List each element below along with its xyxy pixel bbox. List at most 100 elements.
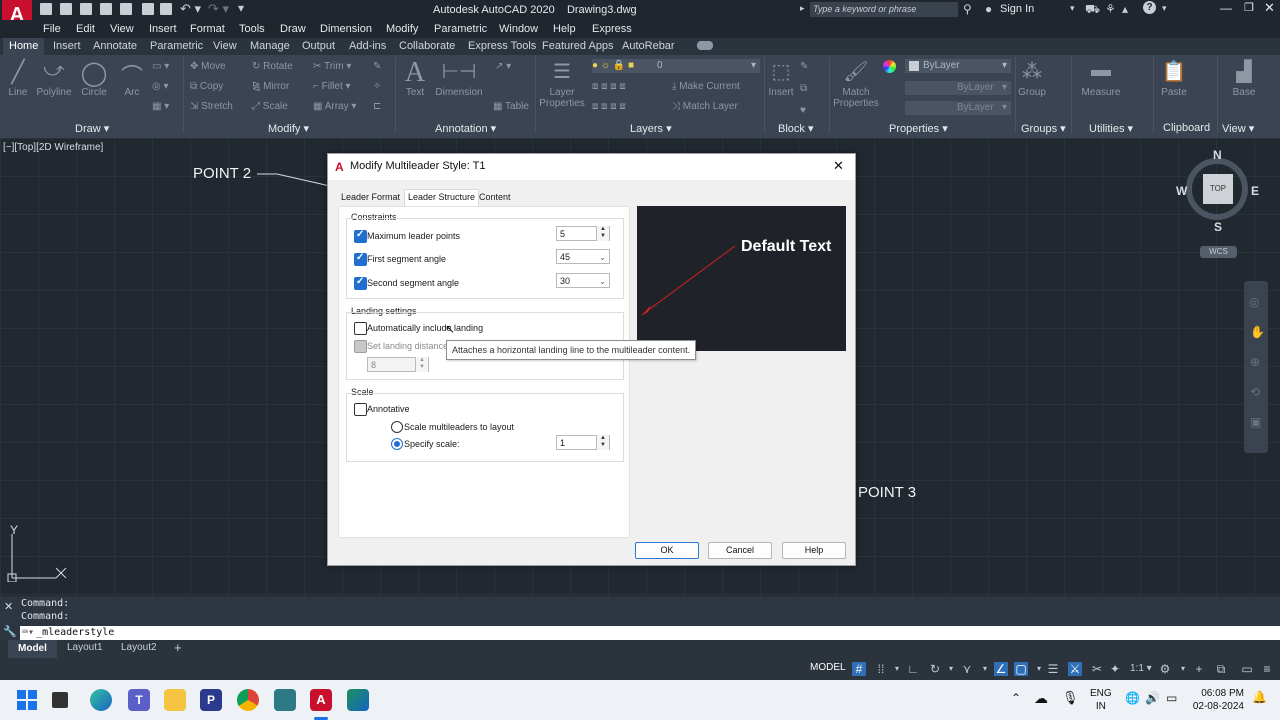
cart-icon[interactable]: ⛟ [1085, 2, 1100, 18]
tab-layout2[interactable]: Layout2 [121, 642, 157, 653]
specify-scale-radio[interactable] [391, 438, 403, 450]
wcs-menu[interactable]: WCS [1200, 246, 1237, 258]
block-panel-label[interactable]: Block ▾ [778, 122, 813, 135]
max-leader-points-field[interactable]: 5 ▲ ▼ [556, 226, 610, 241]
trim-tool[interactable]: ✂ Trim ▾ [313, 61, 351, 72]
object-snap-tracking-icon[interactable]: ∠ [994, 662, 1008, 676]
compass-n[interactable]: N [1213, 148, 1222, 162]
plot-icon[interactable] [120, 3, 132, 15]
open-icon[interactable] [60, 3, 72, 15]
units-icon[interactable]: ⧉ [1214, 662, 1228, 676]
copy-tool[interactable]: ⧉ Copy [190, 81, 223, 92]
cancel-button[interactable]: Cancel [708, 542, 772, 559]
stretch-tool[interactable]: ⇲ Stretch [190, 101, 233, 112]
account-dropdown-icon[interactable]: ▾ [1070, 3, 1075, 14]
table-tool[interactable]: ▦ Table [493, 101, 529, 112]
grid-icon[interactable]: # [852, 662, 866, 676]
chrome-icon[interactable] [237, 689, 259, 711]
chevron-down-icon[interactable]: ▾ [944, 662, 958, 676]
compass-s[interactable]: S [1214, 220, 1222, 234]
annotation-visibility-icon[interactable]: ⚔ [1068, 662, 1082, 676]
auto-scale-icon[interactable]: ✦ [1108, 662, 1122, 676]
chevron-down-icon[interactable]: ▾ [1032, 662, 1046, 676]
tab-leader-format[interactable]: Leader Format [341, 192, 400, 202]
view-panel-label[interactable]: View ▾ [1222, 122, 1254, 135]
annotation-scale[interactable]: 1:1 ▾ [1130, 663, 1152, 674]
save-icon[interactable] [80, 3, 92, 15]
undo-icon[interactable]: ↶ ▾ [180, 1, 201, 17]
customization-icon[interactable]: ≡ [1260, 662, 1274, 676]
model-space-button[interactable]: MODEL [810, 662, 846, 673]
explode-icon[interactable]: ✧ [373, 81, 381, 92]
workspace-icon[interactable]: ▾ [238, 1, 244, 15]
tab-content[interactable]: Content [479, 192, 511, 202]
redo-icon[interactable]: ↷ ▾ [208, 1, 229, 17]
steeringwheel-icon[interactable]: ◎ [1249, 295, 1259, 309]
tab-layout1[interactable]: Layout1 [67, 642, 103, 653]
linetype-dropdown[interactable]: ByLayer ▾ [905, 81, 1011, 95]
tab-parametric[interactable]: Parametric [150, 40, 203, 52]
dialog-title-bar[interactable]: A Modify Multileader Style: T1 ✕ [328, 154, 855, 180]
isodraft-icon[interactable]: ⋎ [960, 662, 974, 676]
menu-express[interactable]: Express [592, 23, 632, 35]
network-icon[interactable]: ▴ [1122, 2, 1128, 16]
command-input[interactable]: ⌨▾ _mleaderstyle [20, 626, 1280, 640]
lineweight-dropdown[interactable]: ByLayer ▾ [905, 101, 1011, 115]
dialog-close-icon[interactable]: ✕ [833, 158, 844, 174]
rotate-tool[interactable]: ↻ Rotate [252, 61, 293, 72]
workspace-gear-icon[interactable]: ⚙ [1158, 662, 1172, 676]
annotation-monitor-icon[interactable]: + [1192, 662, 1206, 676]
microphone-icon[interactable]: 🎙 [1062, 690, 1079, 706]
tab-featured-apps[interactable]: Featured Apps [542, 40, 614, 52]
hatch-icon[interactable]: ◎ ▾ [152, 81, 169, 92]
properties-panel-label[interactable]: Properties ▾ [889, 122, 948, 135]
menu-format[interactable]: Format [190, 23, 225, 35]
annotation-scale-icon[interactable]: ✂ [1090, 662, 1104, 676]
tab-model[interactable]: Model [8, 640, 57, 658]
pan-icon[interactable]: ✋ [1250, 325, 1265, 339]
group-tool[interactable]: ⁂ Group [1017, 59, 1047, 98]
menu-modify[interactable]: Modify [386, 23, 418, 35]
volume-icon[interactable]: 🔊 [1145, 691, 1160, 705]
annotation-panel-label[interactable]: Annotation ▾ [435, 122, 496, 135]
edge-icon[interactable] [90, 689, 112, 711]
add-layout-icon[interactable]: + [174, 640, 182, 655]
exchange-icon[interactable]: ⚘ [1105, 2, 1116, 16]
viewcube[interactable]: TOP N S E W [1176, 148, 1259, 234]
first-segment-angle-select[interactable]: 45 ⌄ [556, 249, 610, 264]
ok-button[interactable]: OK [635, 542, 699, 559]
second-segment-angle-checkbox[interactable] [354, 276, 367, 290]
annotative-checkbox[interactable] [354, 403, 367, 416]
ribbon-toggle-icon[interactable] [697, 41, 713, 50]
match-properties-tool[interactable]: 🖌 Match Properties [832, 59, 880, 109]
menu-insert[interactable]: Insert [149, 23, 177, 35]
tab-view[interactable]: View [213, 40, 237, 52]
second-segment-angle-select[interactable]: 30 ⌄ [556, 273, 610, 288]
powerpoint-icon[interactable]: P [200, 689, 222, 711]
array-tool[interactable]: ▦ Array ▾ [313, 101, 356, 112]
help-button[interactable]: Help [782, 542, 846, 559]
block-tools-icon[interactable]: ✎ ⧉ ♥ [800, 61, 808, 116]
utilities-panel-label[interactable]: Utilities ▾ [1089, 122, 1133, 135]
onedrive-icon[interactable]: ☁ [1034, 690, 1048, 707]
snap-icon[interactable]: ⁞⁞ [874, 662, 888, 676]
menu-parametric[interactable]: Parametric [434, 23, 487, 35]
chevron-down-icon[interactable]: ▾ [1176, 662, 1190, 676]
tab-insert[interactable]: Insert [53, 40, 81, 52]
save-as-icon[interactable] [100, 3, 112, 15]
sign-in-button[interactable]: Sign In [1000, 3, 1034, 15]
lineweight-icon[interactable]: ☰ [1046, 662, 1060, 676]
polar-icon[interactable]: ↻ [928, 662, 942, 676]
share-icon[interactable] [142, 3, 154, 15]
tab-annotate[interactable]: Annotate [93, 40, 137, 52]
layers-panel-label[interactable]: Layers ▾ [630, 122, 672, 135]
notification-icon[interactable]: 🔔 [1252, 690, 1267, 704]
showmotion-icon[interactable]: ▣ [1250, 415, 1261, 429]
menu-window[interactable]: Window [499, 23, 538, 35]
color-dropdown[interactable]: ByLayer ▾ [905, 59, 1011, 73]
match-layer-tool[interactable]: ⤨ Match Layer [672, 101, 738, 112]
help-icon[interactable]: ? [1143, 1, 1156, 14]
orbit-icon[interactable]: ⟲ [1250, 385, 1260, 399]
spinner-icon[interactable]: ▲ ▼ [596, 226, 609, 241]
command-close-icon[interactable]: ✕ [4, 600, 13, 613]
